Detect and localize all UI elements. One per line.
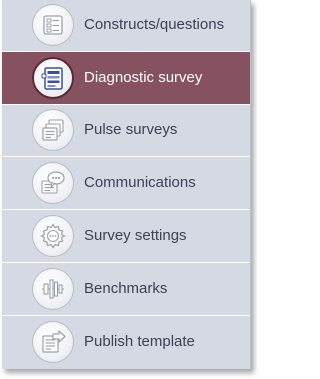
nav-item-constructs-questions[interactable]: Constructs/questions	[2, 0, 250, 52]
nav-item-publish-template[interactable]: Publish template	[2, 317, 250, 369]
nav-item-survey-settings[interactable]: Survey settings	[2, 211, 250, 263]
nav-item-label: Survey settings	[84, 227, 187, 244]
nav-item-benchmarks[interactable]: Benchmarks	[2, 264, 250, 316]
benchmarks-icon	[32, 268, 74, 310]
nav-item-label: Constructs/questions	[84, 16, 225, 33]
constructs-icon	[32, 4, 74, 46]
publish-template-icon	[32, 321, 74, 363]
nav-item-label: Pulse surveys	[84, 121, 178, 138]
navigation-panel: Constructs/questions Diagnostic survey P…	[2, 0, 251, 369]
nav-item-label: Diagnostic survey	[84, 69, 203, 86]
nav-item-label: Publish template	[84, 333, 195, 350]
diagnostic-survey-icon	[32, 57, 74, 99]
nav-item-diagnostic-survey[interactable]: Diagnostic survey	[2, 51, 250, 105]
nav-item-label: Benchmarks	[84, 280, 168, 297]
survey-settings-icon	[32, 215, 74, 257]
communications-icon	[32, 162, 74, 204]
pulse-surveys-icon	[32, 109, 74, 151]
nav-item-pulse-surveys[interactable]: Pulse surveys	[2, 105, 250, 157]
nav-item-communications[interactable]: Communications	[2, 158, 250, 210]
nav-item-label: Communications	[84, 174, 196, 191]
